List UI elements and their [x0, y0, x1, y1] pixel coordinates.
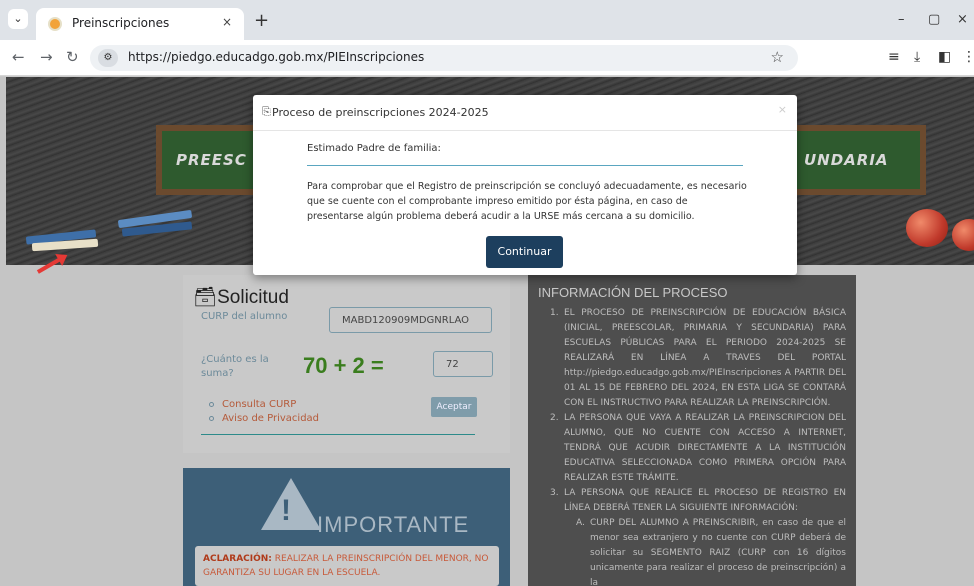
bookmark-star-icon[interactable]: ☆ [771, 48, 784, 66]
briefcase-icon: 🗃 [193, 287, 218, 308]
board-text-right: UNDARIA [804, 151, 889, 169]
modal-greeting: Estimado Padre de familia: [307, 143, 441, 154]
reading-list-icon[interactable]: ≡ [888, 49, 900, 65]
aclaracion-note: ACLARACIÓN: REALIZAR LA PREINSCRIPCIÓN D… [195, 546, 499, 586]
site-favicon-icon [48, 17, 62, 31]
list-item: 1. EL PROCESO DE PREINSCRIPCIÓN DE EDUCAC… [550, 308, 846, 408]
info-title: INFORMACIÓN DEL PROCESO [538, 285, 728, 300]
browser-tabstrip: ⌄ Preinscripciones × + – ▢ × [0, 0, 974, 40]
tab-title: Preinscripciones [72, 16, 170, 30]
chalkboard-right: UNDARIA [786, 125, 926, 195]
board-text-left: PREESC [176, 151, 247, 169]
list-item: 2. LA PERSONA QUE VAYA A REALIZAR LA PREI… [550, 413, 846, 483]
captcha-image: 70 + 2 = [303, 353, 384, 378]
browser-toolbar: ← → ↻ ⚙ https://piedgo.educadgo.gob.mx/P… [0, 40, 974, 76]
info-panel: INFORMACIÓN DEL PROCESO 1. EL PROCESO DE … [528, 275, 856, 586]
curp-label: CURP del alumno [201, 311, 288, 322]
sum-input[interactable]: 72 [433, 351, 493, 377]
close-icon[interactable]: × [778, 103, 787, 116]
importante-panel: ! IMPORTANTE ACLARACIÓN: REALIZAR LA PRE… [183, 468, 510, 586]
solicitud-panel: 🗃Solicitud CURP del alumno MABD120909MDG… [183, 275, 510, 453]
divider [201, 434, 475, 435]
preinscripciones-modal: ⎘ Proceso de preinscripciones 2024-2025 … [253, 95, 797, 275]
modal-header: ⎘ Proceso de preinscripciones 2024-2025 … [253, 95, 797, 131]
browser-tab[interactable]: Preinscripciones × [36, 8, 244, 40]
apple-image [906, 209, 948, 247]
accept-button[interactable]: Aceptar [431, 397, 477, 417]
maximize-icon[interactable]: ▢ [928, 12, 940, 27]
url-text[interactable]: https://piedgo.educadgo.gob.mx/PIEInscri… [128, 50, 424, 64]
address-bar[interactable]: ⚙ https://piedgo.educadgo.gob.mx/PIEInsc… [90, 45, 798, 71]
new-tab-icon[interactable]: + [254, 10, 269, 31]
books-image [25, 207, 206, 255]
forward-arrow-icon[interactable]: → [40, 48, 53, 66]
menu-kebab-icon[interactable]: ⋮ [962, 49, 974, 65]
divider [307, 165, 743, 166]
list-sub-item: A. CURP DEL ALUMNO A PREINSCRIBIR, en cas… [576, 518, 846, 586]
tab-search-chevron-icon[interactable]: ⌄ [8, 9, 28, 29]
continue-button[interactable]: Continuar [486, 236, 563, 268]
aviso-privacidad-link[interactable]: Aviso de Privacidad [209, 413, 319, 424]
site-info-icon[interactable]: ⚙ [98, 49, 118, 67]
download-icon[interactable]: ⤓ [914, 49, 920, 65]
modal-title: Proceso de preinscripciones 2024-2025 [272, 106, 489, 119]
reload-icon[interactable]: ↻ [66, 48, 79, 66]
list-item: 3. LA PERSONA QUE REALICE EL PROCESO DE R… [550, 488, 846, 513]
curp-input[interactable]: MABD120909MDGNRLAO [329, 307, 492, 333]
modal-body: Para comprobar que el Registro de preins… [307, 181, 747, 222]
solicitud-title: 🗃Solicitud [193, 287, 289, 308]
side-panel-icon[interactable]: ◧ [938, 49, 951, 65]
warning-icon [261, 478, 321, 530]
sum-label: ¿Cuánto es la suma? [201, 354, 269, 379]
back-arrow-icon[interactable]: ← [12, 48, 25, 66]
window-close-icon[interactable]: × [957, 12, 968, 27]
consulta-curp-link[interactable]: Consulta CURP [209, 399, 296, 410]
minimize-icon[interactable]: – [898, 12, 905, 27]
share-icon: ⎘ [262, 105, 271, 118]
importante-title: IMPORTANTE [317, 512, 470, 537]
tab-close-icon[interactable]: × [222, 15, 232, 29]
